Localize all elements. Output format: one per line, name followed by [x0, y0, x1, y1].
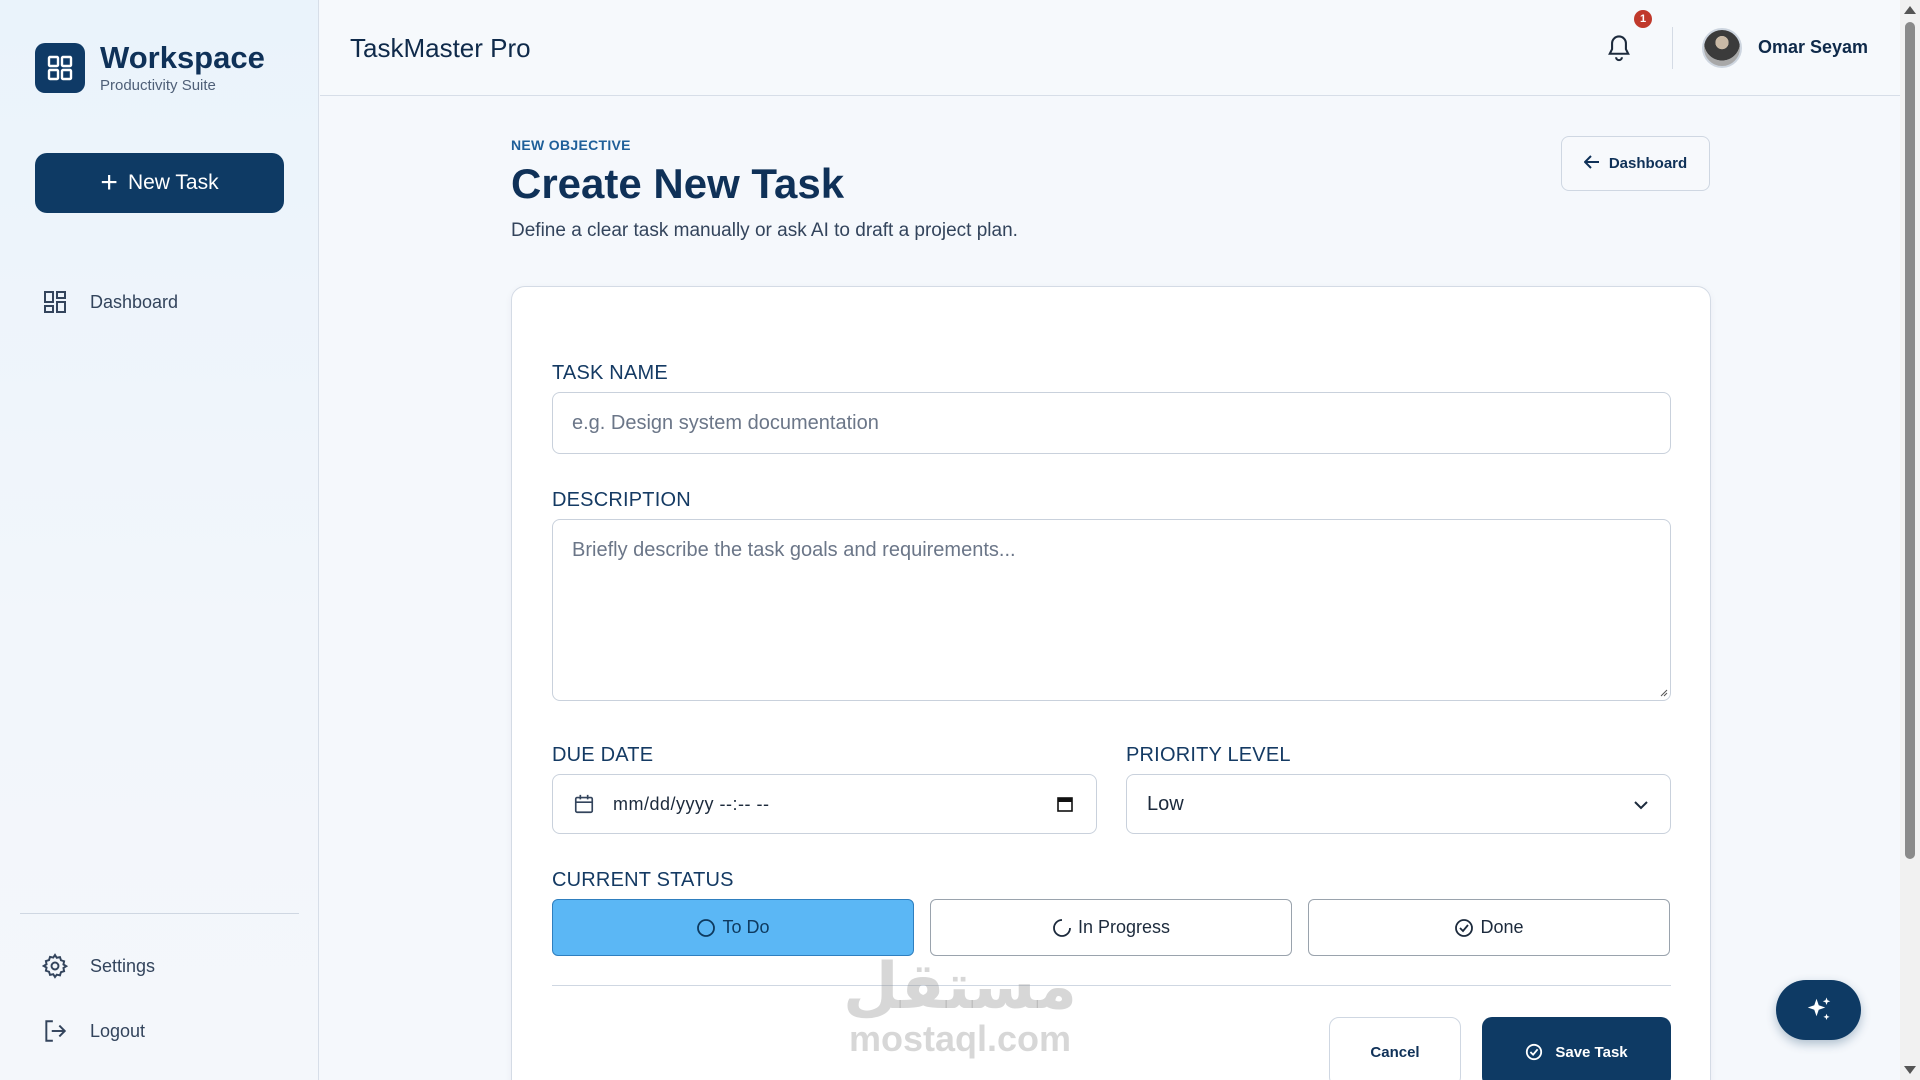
top-header: TaskMaster Pro 1 Omar Seyam — [320, 0, 1900, 96]
ai-assistant-button[interactable] — [1776, 980, 1861, 1040]
calendar-picker-icon[interactable] — [1056, 795, 1074, 813]
status-label: CURRENT STATUS — [552, 869, 734, 891]
save-task-button[interactable]: Save Task — [1482, 1017, 1671, 1080]
sidebar-divider — [20, 913, 299, 914]
brand-subtitle: Productivity Suite — [100, 77, 216, 94]
circle-icon — [697, 918, 716, 937]
user-name[interactable]: Omar Seyam — [1758, 37, 1868, 58]
scroll-thumb[interactable] — [1905, 22, 1915, 859]
sidebar-item-label: Logout — [90, 1020, 146, 1041]
sidebar-item-dashboard[interactable]: Dashboard — [40, 287, 178, 317]
description-textarea[interactable] — [552, 519, 1671, 701]
grid-icon — [35, 42, 85, 93]
sidebar-item-label: Dashboard — [90, 291, 179, 312]
due-date-input[interactable]: mm/dd/yyyy --:-- -- — [552, 774, 1097, 834]
scroll-down-icon[interactable] — [1904, 1066, 1916, 1074]
header-divider — [1672, 27, 1673, 69]
task-form-card: TASK NAME DESCRIPTION DUE DATE mm/dd/yyy… — [511, 286, 1711, 1080]
app-title: TaskMaster Pro — [350, 33, 531, 63]
check-circle-icon — [1526, 1043, 1543, 1061]
calendar-icon — [574, 794, 594, 814]
check-circle-icon — [1455, 918, 1474, 937]
status-option-done[interactable]: Done — [1308, 899, 1670, 956]
status-option-in-progress[interactable]: In Progress — [930, 899, 1292, 956]
sidebar: Workspace Productivity Suite + New Task … — [0, 0, 319, 1080]
page-eyebrow: NEW OBJECTIVE — [511, 137, 631, 153]
page-subtitle: Define a clear task manually or ask AI t… — [511, 220, 1018, 241]
sidebar-item-logout[interactable]: Logout — [40, 1016, 145, 1046]
sparkles-icon — [1807, 997, 1830, 1020]
resize-handle-icon[interactable] — [1658, 687, 1668, 697]
dashboard-icon — [40, 287, 70, 317]
page-title: Create New Task — [511, 160, 845, 207]
new-task-label: New Task — [127, 171, 219, 194]
status-option-todo[interactable]: To Do — [552, 899, 914, 956]
logout-icon — [40, 1016, 70, 1046]
save-task-label: Save Task — [1555, 1043, 1628, 1061]
cancel-button[interactable]: Cancel — [1329, 1017, 1461, 1080]
brand-title: Workspace — [100, 40, 265, 75]
priority-select[interactable]: Low — [1126, 774, 1671, 834]
status-option-label: Done — [1480, 917, 1524, 937]
sidebar-item-label: Settings — [90, 955, 156, 976]
form-divider — [552, 985, 1671, 986]
task-name-input[interactable] — [552, 392, 1671, 454]
due-date-label: DUE DATE — [552, 744, 654, 766]
new-task-button[interactable]: + New Task — [35, 153, 284, 213]
plus-icon: + — [100, 166, 118, 199]
gear-icon — [40, 951, 70, 981]
chevron-down-icon — [1634, 801, 1648, 810]
back-button-label: Dashboard — [1608, 155, 1688, 172]
priority-selected-value: Low — [1147, 792, 1184, 815]
loader-icon — [1053, 918, 1071, 937]
description-label: DESCRIPTION — [552, 489, 691, 511]
back-to-dashboard-button[interactable]: Dashboard — [1561, 136, 1710, 191]
priority-label: PRIORITY LEVEL — [1126, 744, 1291, 766]
bell-icon[interactable] — [1605, 33, 1635, 63]
brand: Workspace Productivity Suite — [35, 40, 265, 95]
avatar[interactable] — [1702, 28, 1742, 68]
status-option-label: To Do — [722, 917, 770, 937]
arrow-left-icon — [1583, 154, 1600, 174]
scroll-up-icon[interactable] — [1904, 6, 1916, 14]
task-name-label: TASK NAME — [552, 362, 668, 384]
notification-badge: 1 — [1634, 10, 1652, 28]
sidebar-item-settings[interactable]: Settings — [40, 951, 155, 981]
page-scrollbar[interactable] — [1900, 0, 1920, 1080]
status-option-label: In Progress — [1077, 917, 1171, 937]
due-date-value: mm/dd/yyyy --:-- -- — [613, 793, 770, 814]
